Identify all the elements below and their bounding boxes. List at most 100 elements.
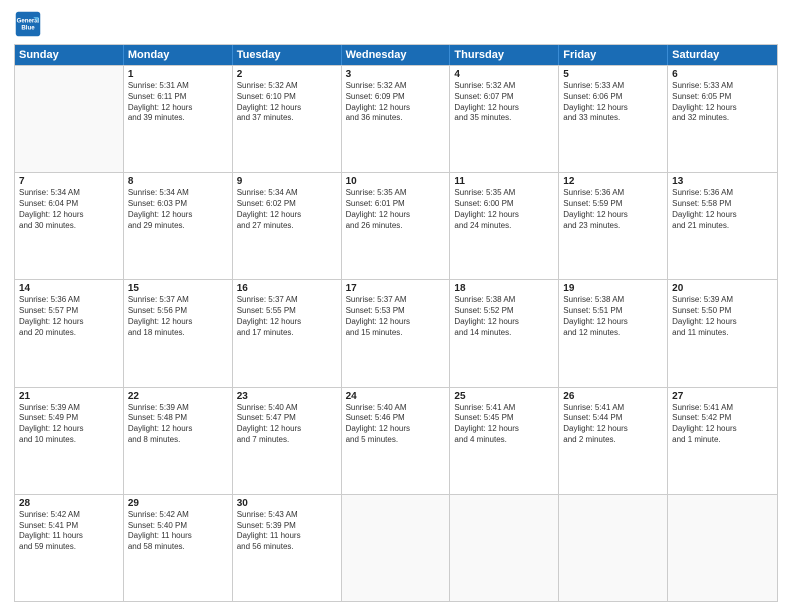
day-number: 13 — [672, 176, 773, 187]
cell-info: Sunrise: 5:31 AM Sunset: 6:11 PM Dayligh… — [128, 81, 228, 124]
cal-cell-r1c2: 9Sunrise: 5:34 AM Sunset: 6:02 PM Daylig… — [233, 173, 342, 279]
day-number: 18 — [454, 283, 554, 294]
day-number: 7 — [19, 176, 119, 187]
day-number: 10 — [346, 176, 446, 187]
cal-cell-r1c5: 12Sunrise: 5:36 AM Sunset: 5:59 PM Dayli… — [559, 173, 668, 279]
cell-info: Sunrise: 5:39 AM Sunset: 5:48 PM Dayligh… — [128, 403, 228, 446]
cal-cell-r2c4: 18Sunrise: 5:38 AM Sunset: 5:52 PM Dayli… — [450, 280, 559, 386]
cal-header-thursday: Thursday — [450, 45, 559, 65]
cal-cell-r1c4: 11Sunrise: 5:35 AM Sunset: 6:00 PM Dayli… — [450, 173, 559, 279]
day-number: 29 — [128, 498, 228, 509]
day-number: 27 — [672, 391, 773, 402]
cal-header-wednesday: Wednesday — [342, 45, 451, 65]
cal-cell-r0c0 — [15, 66, 124, 172]
cal-cell-r3c0: 21Sunrise: 5:39 AM Sunset: 5:49 PM Dayli… — [15, 388, 124, 494]
day-number: 28 — [19, 498, 119, 509]
cell-info: Sunrise: 5:43 AM Sunset: 5:39 PM Dayligh… — [237, 510, 337, 553]
day-number: 26 — [563, 391, 663, 402]
cell-info: Sunrise: 5:32 AM Sunset: 6:09 PM Dayligh… — [346, 81, 446, 124]
day-number: 30 — [237, 498, 337, 509]
cal-cell-r0c1: 1Sunrise: 5:31 AM Sunset: 6:11 PM Daylig… — [124, 66, 233, 172]
cell-info: Sunrise: 5:38 AM Sunset: 5:52 PM Dayligh… — [454, 295, 554, 338]
day-number: 17 — [346, 283, 446, 294]
cal-cell-r3c2: 23Sunrise: 5:40 AM Sunset: 5:47 PM Dayli… — [233, 388, 342, 494]
cal-header-sunday: Sunday — [15, 45, 124, 65]
cell-info: Sunrise: 5:37 AM Sunset: 5:53 PM Dayligh… — [346, 295, 446, 338]
day-number: 2 — [237, 69, 337, 80]
cal-cell-r3c6: 27Sunrise: 5:41 AM Sunset: 5:42 PM Dayli… — [668, 388, 777, 494]
day-number: 12 — [563, 176, 663, 187]
page: General Blue SundayMondayTuesdayWednesda… — [0, 0, 792, 612]
cal-row-4: 28Sunrise: 5:42 AM Sunset: 5:41 PM Dayli… — [15, 494, 777, 601]
header: General Blue — [14, 10, 778, 38]
cal-cell-r4c4 — [450, 495, 559, 601]
cell-info: Sunrise: 5:40 AM Sunset: 5:46 PM Dayligh… — [346, 403, 446, 446]
cell-info: Sunrise: 5:33 AM Sunset: 6:06 PM Dayligh… — [563, 81, 663, 124]
cal-cell-r0c2: 2Sunrise: 5:32 AM Sunset: 6:10 PM Daylig… — [233, 66, 342, 172]
day-number: 19 — [563, 283, 663, 294]
cell-info: Sunrise: 5:33 AM Sunset: 6:05 PM Dayligh… — [672, 81, 773, 124]
day-number: 9 — [237, 176, 337, 187]
day-number: 25 — [454, 391, 554, 402]
day-number: 21 — [19, 391, 119, 402]
cal-cell-r1c3: 10Sunrise: 5:35 AM Sunset: 6:01 PM Dayli… — [342, 173, 451, 279]
cal-row-0: 1Sunrise: 5:31 AM Sunset: 6:11 PM Daylig… — [15, 65, 777, 172]
cal-cell-r0c4: 4Sunrise: 5:32 AM Sunset: 6:07 PM Daylig… — [450, 66, 559, 172]
cell-info: Sunrise: 5:34 AM Sunset: 6:04 PM Dayligh… — [19, 188, 119, 231]
day-number: 15 — [128, 283, 228, 294]
cal-header-saturday: Saturday — [668, 45, 777, 65]
cal-cell-r4c1: 29Sunrise: 5:42 AM Sunset: 5:40 PM Dayli… — [124, 495, 233, 601]
cell-info: Sunrise: 5:41 AM Sunset: 5:42 PM Dayligh… — [672, 403, 773, 446]
svg-text:Blue: Blue — [21, 24, 35, 31]
cell-info: Sunrise: 5:42 AM Sunset: 5:41 PM Dayligh… — [19, 510, 119, 553]
cal-cell-r2c0: 14Sunrise: 5:36 AM Sunset: 5:57 PM Dayli… — [15, 280, 124, 386]
cal-cell-r3c5: 26Sunrise: 5:41 AM Sunset: 5:44 PM Dayli… — [559, 388, 668, 494]
cal-row-2: 14Sunrise: 5:36 AM Sunset: 5:57 PM Dayli… — [15, 279, 777, 386]
cal-cell-r0c6: 6Sunrise: 5:33 AM Sunset: 6:05 PM Daylig… — [668, 66, 777, 172]
cal-cell-r3c3: 24Sunrise: 5:40 AM Sunset: 5:46 PM Dayli… — [342, 388, 451, 494]
calendar-body: 1Sunrise: 5:31 AM Sunset: 6:11 PM Daylig… — [15, 65, 777, 601]
cal-cell-r3c4: 25Sunrise: 5:41 AM Sunset: 5:45 PM Dayli… — [450, 388, 559, 494]
cal-cell-r1c6: 13Sunrise: 5:36 AM Sunset: 5:58 PM Dayli… — [668, 173, 777, 279]
cell-info: Sunrise: 5:42 AM Sunset: 5:40 PM Dayligh… — [128, 510, 228, 553]
cal-cell-r0c5: 5Sunrise: 5:33 AM Sunset: 6:06 PM Daylig… — [559, 66, 668, 172]
cell-info: Sunrise: 5:39 AM Sunset: 5:50 PM Dayligh… — [672, 295, 773, 338]
cal-row-3: 21Sunrise: 5:39 AM Sunset: 5:49 PM Dayli… — [15, 387, 777, 494]
day-number: 5 — [563, 69, 663, 80]
cell-info: Sunrise: 5:35 AM Sunset: 6:00 PM Dayligh… — [454, 188, 554, 231]
cell-info: Sunrise: 5:32 AM Sunset: 6:10 PM Dayligh… — [237, 81, 337, 124]
day-number: 14 — [19, 283, 119, 294]
logo: General Blue — [14, 10, 46, 38]
cal-row-1: 7Sunrise: 5:34 AM Sunset: 6:04 PM Daylig… — [15, 172, 777, 279]
cell-info: Sunrise: 5:38 AM Sunset: 5:51 PM Dayligh… — [563, 295, 663, 338]
cell-info: Sunrise: 5:41 AM Sunset: 5:44 PM Dayligh… — [563, 403, 663, 446]
cal-header-tuesday: Tuesday — [233, 45, 342, 65]
cal-cell-r4c5 — [559, 495, 668, 601]
cal-cell-r1c1: 8Sunrise: 5:34 AM Sunset: 6:03 PM Daylig… — [124, 173, 233, 279]
cell-info: Sunrise: 5:36 AM Sunset: 5:59 PM Dayligh… — [563, 188, 663, 231]
cell-info: Sunrise: 5:34 AM Sunset: 6:03 PM Dayligh… — [128, 188, 228, 231]
cal-cell-r4c2: 30Sunrise: 5:43 AM Sunset: 5:39 PM Dayli… — [233, 495, 342, 601]
day-number: 22 — [128, 391, 228, 402]
calendar-header-row: SundayMondayTuesdayWednesdayThursdayFrid… — [15, 45, 777, 65]
day-number: 11 — [454, 176, 554, 187]
cal-cell-r2c5: 19Sunrise: 5:38 AM Sunset: 5:51 PM Dayli… — [559, 280, 668, 386]
day-number: 20 — [672, 283, 773, 294]
cal-cell-r3c1: 22Sunrise: 5:39 AM Sunset: 5:48 PM Dayli… — [124, 388, 233, 494]
cell-info: Sunrise: 5:39 AM Sunset: 5:49 PM Dayligh… — [19, 403, 119, 446]
cell-info: Sunrise: 5:37 AM Sunset: 5:56 PM Dayligh… — [128, 295, 228, 338]
cal-cell-r0c3: 3Sunrise: 5:32 AM Sunset: 6:09 PM Daylig… — [342, 66, 451, 172]
calendar: SundayMondayTuesdayWednesdayThursdayFrid… — [14, 44, 778, 602]
day-number: 3 — [346, 69, 446, 80]
day-number: 6 — [672, 69, 773, 80]
day-number: 1 — [128, 69, 228, 80]
cell-info: Sunrise: 5:32 AM Sunset: 6:07 PM Dayligh… — [454, 81, 554, 124]
day-number: 24 — [346, 391, 446, 402]
cell-info: Sunrise: 5:36 AM Sunset: 5:58 PM Dayligh… — [672, 188, 773, 231]
cal-cell-r4c0: 28Sunrise: 5:42 AM Sunset: 5:41 PM Dayli… — [15, 495, 124, 601]
day-number: 8 — [128, 176, 228, 187]
cell-info: Sunrise: 5:40 AM Sunset: 5:47 PM Dayligh… — [237, 403, 337, 446]
cal-cell-r2c2: 16Sunrise: 5:37 AM Sunset: 5:55 PM Dayli… — [233, 280, 342, 386]
cal-cell-r2c1: 15Sunrise: 5:37 AM Sunset: 5:56 PM Dayli… — [124, 280, 233, 386]
cell-info: Sunrise: 5:36 AM Sunset: 5:57 PM Dayligh… — [19, 295, 119, 338]
